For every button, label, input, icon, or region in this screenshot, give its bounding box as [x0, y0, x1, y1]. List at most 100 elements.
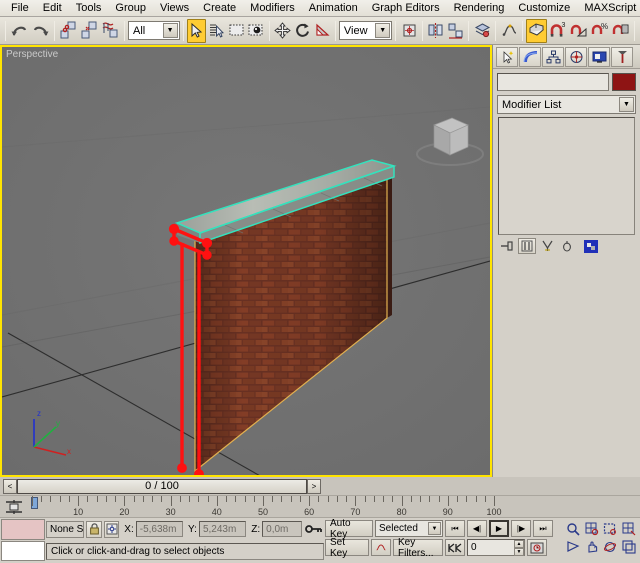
time-slider-handle[interactable]: 0 / 100	[17, 479, 307, 494]
z-coord-field[interactable]: 0,0m	[262, 521, 302, 537]
track-bar[interactable]: 102030405060708090100	[0, 496, 640, 518]
select-and-scale-button[interactable]	[312, 19, 332, 43]
percent-snap-button[interactable]: %	[589, 19, 610, 43]
track-bar-ruler[interactable]: 102030405060708090100	[28, 496, 640, 518]
x-coord-field[interactable]: -5,638m	[136, 521, 183, 537]
paint-selection-button[interactable]	[246, 19, 266, 43]
menu-item-views[interactable]: Views	[153, 1, 196, 15]
time-slider[interactable]: < 0 / 100 >	[0, 477, 640, 496]
chevron-down-icon[interactable]: ▼	[163, 23, 178, 38]
use-center-button[interactable]	[399, 19, 419, 43]
maximize-viewport-toggle-button[interactable]	[620, 538, 638, 555]
modifier-stack-list[interactable]	[498, 117, 635, 235]
track-bar-tick	[328, 496, 329, 502]
menu-item-rendering[interactable]: Rendering	[447, 1, 512, 15]
layer-manager-button[interactable]	[472, 19, 492, 43]
menu-item-create[interactable]: Create	[196, 1, 243, 15]
menu-item-group[interactable]: Group	[108, 1, 153, 15]
next-key-button[interactable]: >	[307, 479, 321, 494]
selection-region-button[interactable]	[226, 19, 246, 43]
menu-item-graph-editors[interactable]: Graph Editors	[365, 1, 447, 15]
select-object-button[interactable]	[187, 19, 207, 43]
show-end-result-button[interactable]	[518, 238, 536, 254]
menu-item-customize[interactable]: Customize	[511, 1, 577, 15]
zoom-extents-all-button[interactable]	[620, 520, 638, 537]
absolute-relative-toggle-button[interactable]	[104, 521, 120, 538]
time-configuration-button[interactable]	[527, 539, 547, 556]
frame-spinner[interactable]: ▲▼	[514, 540, 524, 555]
chevron-down-icon[interactable]: ▼	[375, 23, 390, 38]
snaps-toggle-button[interactable]	[526, 19, 547, 43]
make-unique-button[interactable]	[538, 238, 556, 254]
chevron-down-icon[interactable]: ▼	[619, 97, 634, 112]
spinner-down[interactable]: ▼	[514, 548, 524, 556]
previous-frame-button[interactable]: ◀|	[467, 520, 487, 537]
remove-modifier-button[interactable]	[558, 238, 576, 254]
command-tab-create[interactable]	[496, 47, 518, 67]
select-and-link-button[interactable]	[58, 19, 79, 43]
current-frame-field[interactable]: 0 ▲▼	[467, 539, 525, 556]
zoom-extents-button[interactable]	[602, 520, 620, 537]
menu-item-modifiers[interactable]: Modifiers	[243, 1, 302, 15]
percent-snap-icon: %	[590, 21, 609, 40]
command-tab-display[interactable]	[588, 47, 610, 67]
go-to-start-button[interactable]: ⏮	[445, 520, 465, 537]
chevron-down-icon[interactable]: ▼	[428, 522, 441, 535]
open-mini-curve-editor-button[interactable]	[0, 496, 28, 518]
lock-selection-button[interactable]	[86, 521, 102, 538]
curve-editor-button[interactable]	[499, 19, 519, 43]
pan-view-button[interactable]	[583, 538, 601, 555]
selection-filter-dropdown[interactable]: All ▼	[128, 21, 180, 40]
spinner-up[interactable]: ▲	[514, 540, 524, 548]
command-tab-utilities[interactable]	[611, 47, 633, 67]
perspective-viewport[interactable]: z x y Perspective	[0, 45, 492, 477]
mirror-button[interactable]	[426, 19, 446, 43]
previous-key-button[interactable]: <	[3, 479, 17, 494]
configure-sets-button[interactable]	[582, 238, 600, 254]
unlink-selection-button[interactable]	[79, 19, 100, 43]
menu-item-maxscript[interactable]: MAXScript	[577, 1, 640, 15]
maxscript-output-pane[interactable]	[1, 519, 45, 540]
viewport-canvas[interactable]: z x y Perspective	[2, 47, 490, 475]
zoom-button[interactable]	[564, 520, 582, 537]
modifier-list-dropdown[interactable]: Modifier List ▼	[497, 95, 636, 114]
select-and-move-button[interactable]	[273, 19, 293, 43]
set-key-button[interactable]: Set Key	[325, 539, 369, 556]
command-tab-modify[interactable]	[519, 47, 541, 67]
reference-coordinate-system-dropdown[interactable]: View ▼	[339, 21, 392, 40]
command-tab-hierarchy[interactable]	[542, 47, 564, 67]
zoom-all-button[interactable]	[583, 520, 601, 537]
key-mode-toggle-button[interactable]	[445, 539, 465, 556]
object-name-field[interactable]	[497, 73, 609, 91]
go-to-end-button[interactable]: ⏭	[533, 520, 553, 537]
select-and-rotate-button[interactable]	[292, 19, 312, 43]
y-coord-field[interactable]: 5,243m	[199, 521, 246, 537]
maxscript-mini-listener[interactable]	[0, 518, 46, 562]
spinner-snap-button[interactable]	[610, 19, 631, 43]
play-animation-button[interactable]: ▶	[489, 520, 509, 537]
menu-item-edit[interactable]: Edit	[36, 1, 69, 15]
object-color-swatch[interactable]	[612, 73, 636, 91]
menu-item-tools[interactable]: Tools	[69, 1, 109, 15]
undo-button[interactable]	[9, 19, 30, 43]
maxscript-input-pane[interactable]	[1, 541, 45, 562]
bind-to-space-warp-button[interactable]	[100, 19, 121, 43]
menu-item-animation[interactable]: Animation	[302, 1, 365, 15]
add-time-tag-button[interactable]	[304, 523, 324, 535]
next-frame-button[interactable]: |▶	[511, 520, 531, 537]
key-filter-scope-dropdown[interactable]: Selected ▼	[375, 520, 443, 537]
select-by-name-button[interactable]	[206, 19, 226, 43]
viewport-label[interactable]: Perspective	[6, 49, 58, 60]
menu-item-file[interactable]: File	[4, 1, 36, 15]
angle-snap-button[interactable]	[568, 19, 589, 43]
orbit-button[interactable]	[602, 538, 620, 555]
field-of-view-button[interactable]	[564, 538, 582, 555]
align-button[interactable]	[446, 19, 466, 43]
pin-stack-button[interactable]	[498, 238, 516, 254]
key-filters-button[interactable]: Key Filters...	[393, 539, 443, 556]
set-key-curve-button[interactable]	[371, 539, 391, 556]
redo-button[interactable]	[30, 19, 51, 43]
auto-key-button[interactable]: Auto Key	[325, 520, 373, 537]
command-tab-motion[interactable]	[565, 47, 587, 67]
snap-3d-button[interactable]: 3	[547, 19, 568, 43]
